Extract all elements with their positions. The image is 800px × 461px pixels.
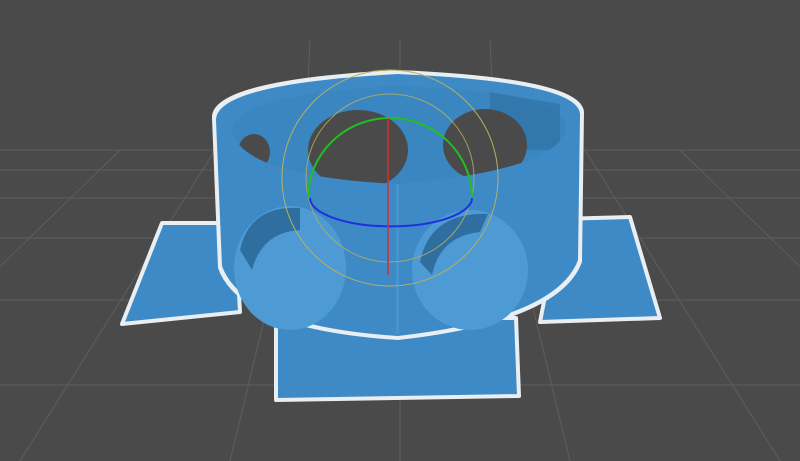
3d-viewport[interactable] <box>0 0 800 461</box>
front-facet-edge <box>396 184 399 334</box>
